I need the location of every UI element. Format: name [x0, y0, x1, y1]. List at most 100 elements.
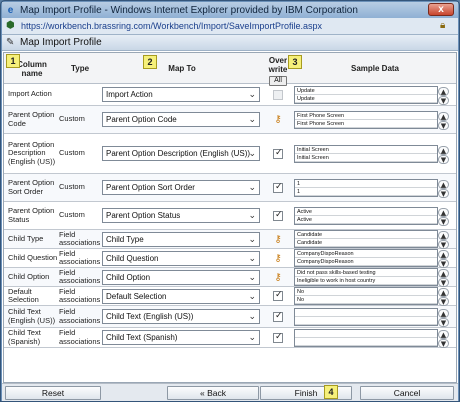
sample-data-list[interactable]: Candidate Candidate ▲ ▼	[294, 230, 449, 249]
scroll-up-icon[interactable]: ▲	[438, 269, 449, 278]
overwrite-checkbox[interactable]: ✓	[273, 290, 283, 301]
map-to-select[interactable]: Parent Option Code ⌄	[102, 112, 260, 127]
scroll-down-icon[interactable]: ▼	[438, 338, 449, 348]
sample-scroll-buttons: ▲ ▼	[438, 145, 449, 164]
scroll-down-icon[interactable]: ▼	[438, 240, 449, 249]
scroll-down-icon[interactable]: ▼	[438, 278, 449, 287]
map-to-cell: Child Option ⌄	[102, 268, 262, 286]
finish-button[interactable]: Finish	[260, 386, 352, 400]
map-to-select[interactable]: Child Type ⌄	[102, 231, 260, 247]
sample-data-line: Active	[295, 216, 437, 224]
overwrite-checkbox[interactable]: ✓	[273, 182, 283, 193]
scroll-down-icon[interactable]: ▼	[438, 317, 449, 327]
cancel-button[interactable]: Cancel	[360, 386, 454, 400]
scroll-down-icon[interactable]: ▼	[438, 154, 449, 164]
sample-data-list[interactable]: ▲ ▼	[294, 307, 449, 327]
scroll-up-icon[interactable]: ▲	[438, 308, 449, 318]
table-row: Parent Option Status Custom Parent Option …	[4, 202, 456, 230]
overwrite-checkbox[interactable]: ✓	[273, 311, 283, 322]
back-button[interactable]: « Back	[167, 386, 259, 400]
table-row: Default Selection Field associations Defau…	[4, 287, 456, 306]
map-to-select[interactable]: Default Selection ⌄	[102, 288, 260, 304]
sample-data-line: Update	[295, 95, 437, 103]
overwrite-checkbox[interactable]: ✓	[273, 210, 283, 221]
scroll-up-icon[interactable]: ▲	[438, 329, 449, 339]
sample-data-line	[295, 330, 437, 338]
sample-data-cell: Initial Screen Initial Screen ▲ ▼	[294, 134, 454, 173]
map-to-select[interactable]: Parent Option Sort Order ⌄	[102, 180, 260, 195]
close-window-button[interactable]: x	[428, 3, 454, 16]
scroll-up-icon[interactable]: ▲	[438, 86, 449, 96]
column-name-cell: Default Selection	[8, 286, 39, 304]
scroll-up-icon[interactable]: ▲	[438, 231, 449, 240]
secure-site-icon: ⬢	[6, 20, 15, 31]
map-to-select[interactable]: Parent Option Description (English (US))…	[102, 146, 260, 161]
scroll-up-icon[interactable]: ▲	[438, 288, 449, 297]
sample-scroll-buttons: ▲ ▼	[438, 329, 449, 348]
type-cell: Custom	[59, 148, 85, 158]
sample-data-list[interactable]: CompanyDispoReason CompanyDispoReason ▲ ▼	[294, 249, 449, 268]
map-to-select-value: Child Text (English (US))	[106, 312, 194, 321]
sample-data-list[interactable]: Did not pass skills-based testing Ineligi…	[294, 268, 449, 287]
column-name-cell: Parent Option Code	[8, 110, 55, 128]
map-to-select[interactable]: Parent Option Status ⌄	[102, 208, 260, 223]
scroll-down-icon[interactable]: ▼	[438, 188, 449, 198]
table-row: Parent Option Sort Order Custom Parent Opt…	[4, 174, 456, 202]
scroll-down-icon[interactable]: ▼	[438, 259, 449, 268]
table-row: Parent Option Code Custom Parent Option Co…	[4, 106, 456, 134]
reset-button[interactable]: Reset	[5, 386, 101, 400]
scroll-up-icon[interactable]: ▲	[438, 145, 449, 155]
map-to-select[interactable]: Import Action ⌄	[102, 87, 260, 102]
scroll-down-icon[interactable]: ▼	[438, 216, 449, 226]
overwrite-cell: ✓	[266, 174, 290, 201]
sample-scroll-buttons: ▲ ▼	[438, 288, 449, 306]
map-to-select[interactable]: Child Option ⌄	[102, 269, 260, 285]
overwrite-checkbox[interactable]: ✓	[273, 148, 283, 159]
sample-data-list[interactable]: Update Update ▲ ▼	[294, 85, 449, 105]
lock-icon[interactable]: 🔒︎	[440, 20, 452, 32]
table-row: Child Text (Spanish) Field associations Ch…	[4, 328, 456, 348]
map-to-select[interactable]: Child Text (English (US)) ⌄	[102, 309, 260, 324]
sample-data-cell: First Phone Screen First Phone Screen ▲ ▼	[294, 106, 454, 133]
sample-data-list[interactable]: Active Active ▲ ▼	[294, 206, 449, 226]
pencil-icon: ✎	[6, 37, 15, 48]
sample-data-header: Sample Data	[350, 64, 400, 73]
sample-scroll-buttons: ▲ ▼	[438, 231, 449, 249]
chevron-down-icon: ⌄	[248, 271, 256, 282]
sample-scroll-buttons: ▲ ▼	[438, 111, 449, 130]
scroll-up-icon[interactable]: ▲	[438, 111, 449, 121]
sample-data-list[interactable]: Initial Screen Initial Screen ▲ ▼	[294, 144, 449, 164]
scroll-down-icon[interactable]: ▼	[438, 297, 449, 306]
sample-data-list[interactable]: ▲ ▼	[294, 328, 449, 348]
sample-scroll-buttons: ▲ ▼	[438, 269, 449, 287]
overwrite-cell: ⚷	[266, 268, 290, 286]
overwrite-cell: ⚷	[266, 249, 290, 267]
sample-data-list[interactable]: First Phone Screen First Phone Screen ▲ ▼	[294, 110, 449, 130]
sample-scroll-buttons: ▲ ▼	[438, 250, 449, 268]
map-to-cell: Parent Option Description (English (US))…	[102, 134, 262, 173]
sample-data-cell: Active Active ▲ ▼	[294, 202, 454, 229]
map-to-select-value: Import Action	[106, 90, 153, 99]
sample-data-list[interactable]: No No ▲ ▼	[294, 287, 449, 306]
map-to-select[interactable]: Child Question ⌄	[102, 250, 260, 266]
overwrite-checkbox[interactable]: ✓	[273, 332, 283, 343]
sample-data-line: Initial Screen	[295, 146, 437, 154]
sample-data-line: No	[295, 288, 437, 296]
type-cell: Field associations	[59, 267, 101, 285]
url-text[interactable]: https://workbench.brassring.com/Workbenc…	[21, 21, 322, 31]
scroll-up-icon[interactable]: ▲	[438, 179, 449, 189]
sample-data-list[interactable]: 1 1 ▲ ▼	[294, 178, 449, 198]
type-cell: Field associations	[59, 328, 101, 346]
scroll-down-icon[interactable]: ▼	[438, 120, 449, 130]
map-to-cell: Default Selection ⌄	[102, 287, 262, 305]
scroll-down-icon[interactable]: ▼	[438, 95, 449, 105]
key-icon: ⚷	[274, 271, 282, 283]
type-cell	[59, 84, 101, 105]
chevron-down-icon: ⌄	[248, 233, 256, 244]
scroll-up-icon[interactable]: ▲	[438, 250, 449, 259]
scroll-up-icon[interactable]: ▲	[438, 207, 449, 217]
map-to-select[interactable]: Child Text (Spanish) ⌄	[102, 330, 260, 345]
sample-data-line: Active	[295, 208, 437, 216]
sample-data-line: Ineligible to work in host country	[295, 277, 437, 285]
key-icon: ⚷	[274, 114, 282, 125]
